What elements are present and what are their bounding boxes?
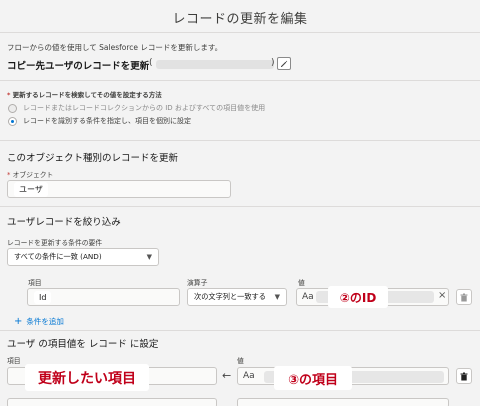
object-value: ユーザ <box>14 181 48 197</box>
add-condition-link[interactable]: + 条件を追加 <box>14 316 64 327</box>
annotation-target-field: 更新したい項目 <box>25 364 149 391</box>
filter-field-input[interactable]: Id <box>27 288 180 306</box>
chevron-down-icon: ▼ <box>274 293 280 301</box>
object-input[interactable]: ユーザ <box>7 180 231 198</box>
action-id-close: ) <box>271 58 275 68</box>
divider <box>0 80 480 81</box>
pencil-icon <box>281 60 288 67</box>
object-label-text: オブジェクト <box>12 171 54 179</box>
divider <box>0 206 480 207</box>
description: フローからの値を使用して Salesforce レコードを更新します。 <box>7 43 223 52</box>
condition-requirement-label: レコードを更新する条件の要件 <box>7 239 103 247</box>
data-type-icon: Aa <box>302 292 314 302</box>
set-field-input-next[interactable] <box>7 398 217 406</box>
delete-assignment-button[interactable] <box>456 368 472 384</box>
divider <box>0 140 480 141</box>
filter-field-value: Id <box>34 290 52 304</box>
trash-icon <box>460 293 468 301</box>
set-values-section-title: ユーザ の項目値を レコード に設定 <box>7 339 159 350</box>
required-mark: * <box>7 171 11 179</box>
condition-requirement-select[interactable]: すべての条件に一致 (AND) ▼ <box>7 248 159 266</box>
filter-value-column-label: 値 <box>298 279 305 287</box>
object-section-title: このオブジェクト種別のレコードを更新 <box>7 153 179 164</box>
condition-requirement-value: すべての条件に一致 (AND) <box>14 252 102 261</box>
radio-option-specify-conditions[interactable]: レコードを識別する条件を指定し、項目を個別に設定 <box>8 116 191 126</box>
plus-icon: + <box>14 316 23 327</box>
divider <box>0 330 480 331</box>
action-api-name-redacted <box>156 60 274 69</box>
radio-option-label: レコードを識別する条件を指定し、項目を個別に設定 <box>23 117 191 125</box>
arrow-left-icon: ← <box>222 369 232 382</box>
annotation-source-field: ③の項目 <box>274 366 352 390</box>
filter-operator-column-label: 演算子 <box>187 279 208 287</box>
filter-operator-value: 次の文字列と一致する <box>194 292 266 301</box>
filter-section-title: ユーザレコードを絞り込み <box>7 217 121 228</box>
action-id-open: ( <box>149 58 153 68</box>
set-value-input-next[interactable] <box>237 398 449 406</box>
data-type-icon: Aa <box>243 371 255 381</box>
add-condition-label: 条件を追加 <box>26 317 64 326</box>
radio-button-checked[interactable] <box>8 116 17 126</box>
set-value-column-label: 値 <box>237 357 244 365</box>
annotation-id-value: ②のID <box>328 286 388 308</box>
edit-button[interactable] <box>277 57 291 70</box>
radio-option-label: レコードまたはレコードコレクションからの ID およびすべての項目値を使用 <box>23 104 266 112</box>
find-method-label-text: 更新するレコードを検索してその値を設定する方法 <box>12 91 162 99</box>
filter-operator-select[interactable]: 次の文字列と一致する ▼ <box>187 288 287 306</box>
clear-icon[interactable]: × <box>438 290 446 301</box>
action-title: コピー先ユーザのレコードを更新 <box>7 61 150 72</box>
find-method-label: * 更新するレコードを検索してその値を設定する方法 <box>7 89 162 99</box>
set-field-column-label: 項目 <box>7 357 21 365</box>
radio-button[interactable] <box>8 103 17 113</box>
trash-icon <box>460 372 468 380</box>
chevron-down-icon: ▼ <box>146 253 152 261</box>
radio-option-use-ids[interactable]: レコードまたはレコードコレクションからの ID およびすべての項目値を使用 <box>8 103 265 113</box>
delete-condition-button[interactable] <box>456 289 472 305</box>
required-mark: * <box>7 91 11 99</box>
filter-field-column-label: 項目 <box>28 279 42 287</box>
object-label: * オブジェクト <box>7 169 53 179</box>
modal-title: レコードの更新を編集 <box>172 12 308 27</box>
